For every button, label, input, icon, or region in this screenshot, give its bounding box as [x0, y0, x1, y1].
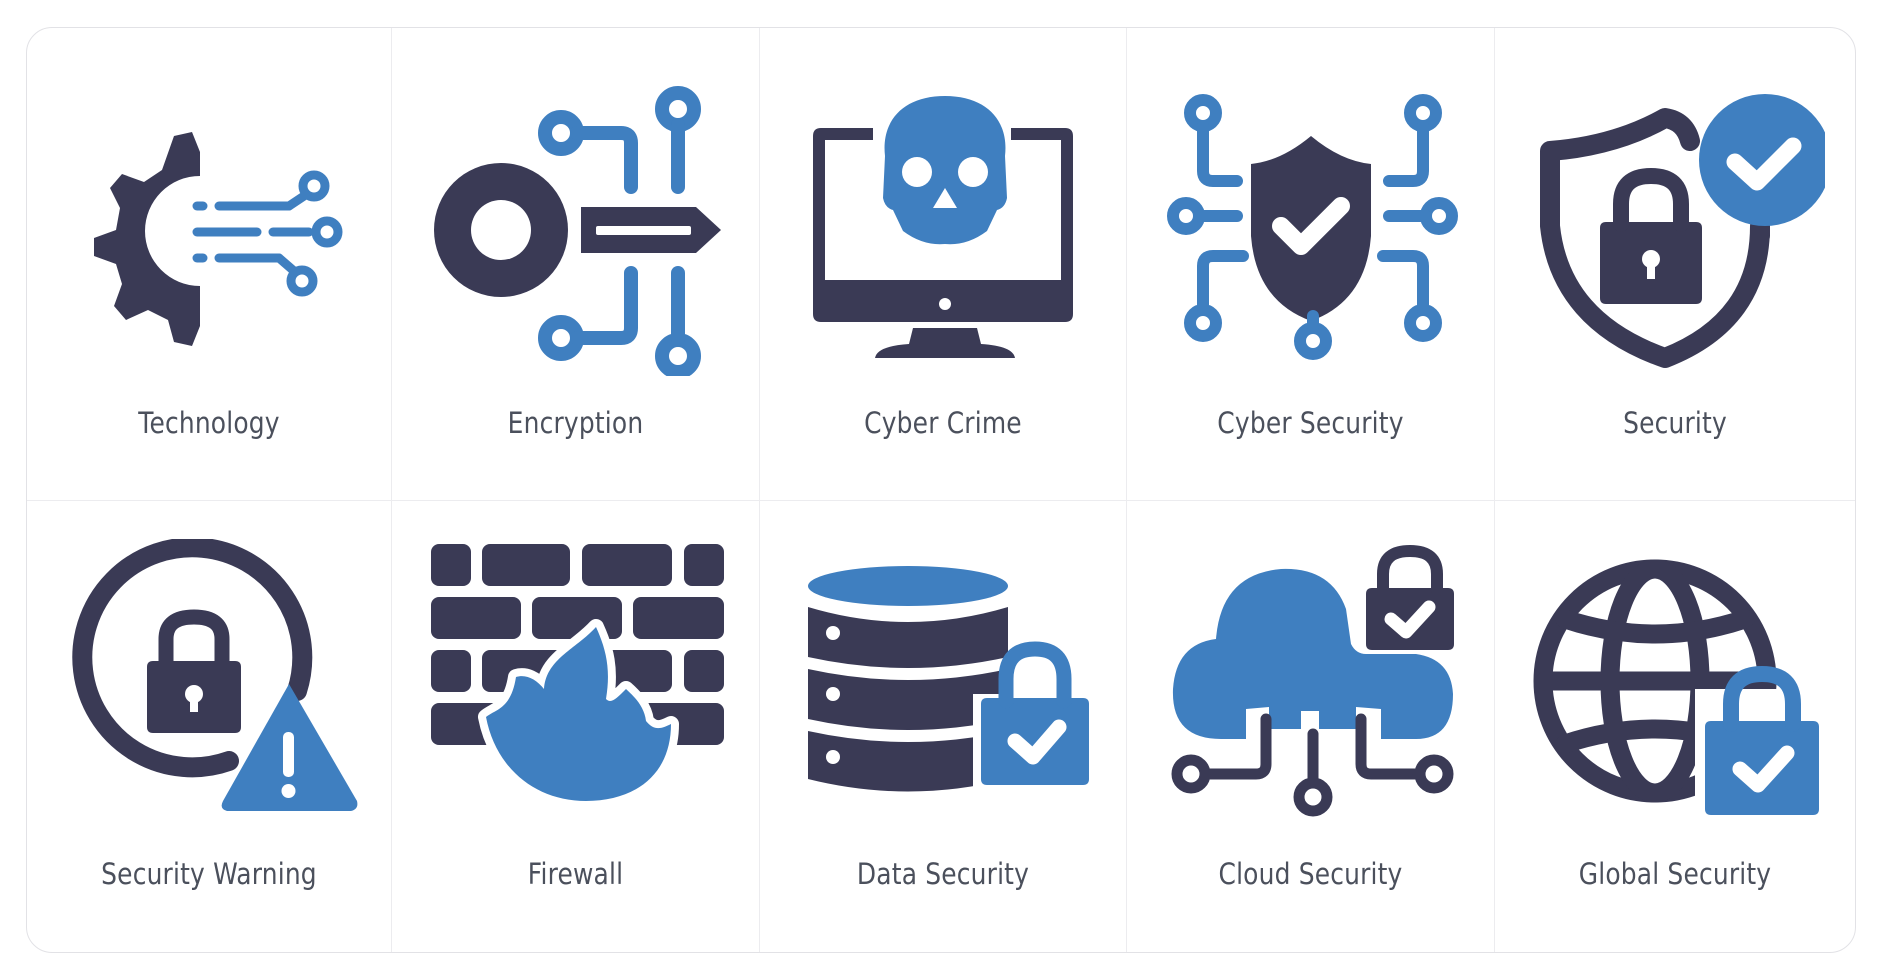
lock-warning-icon — [72, 539, 358, 811]
icon-label: Cyber Security — [1217, 406, 1404, 440]
key-circuit-icon — [433, 86, 721, 376]
icon-tile-technology: Technology — [27, 28, 392, 501]
database-lock-icon — [808, 566, 1093, 794]
icon-tile-security: Security — [1495, 28, 1855, 501]
shield-check-circuit-icon — [1166, 94, 1458, 360]
globe-lock-icon — [1533, 559, 1825, 829]
icon-tile-firewall: Firewall — [392, 501, 760, 952]
skull-monitor-icon — [813, 96, 1073, 358]
brick-wall-fire-icon — [430, 544, 724, 809]
icon-label: Cyber Crime — [864, 406, 1022, 440]
icon-label: Global Security — [1578, 857, 1772, 891]
icon-label: Security — [1623, 406, 1727, 440]
icon-tile-cyber-security: Cyber Security — [1127, 28, 1495, 501]
gear-circuit-icon — [94, 132, 343, 346]
cloud-lock-circuit-icon — [1171, 545, 1454, 817]
icon-tile-data-security: Data Security — [760, 501, 1127, 952]
icon-grid: Technology Encryption Cyber Crime Cyber … — [27, 28, 1855, 952]
icon-label: Security Warning — [101, 857, 317, 891]
icon-tile-global-security: Global Security — [1495, 501, 1855, 952]
icon-label: Firewall — [527, 857, 624, 891]
icon-set-card: Technology Encryption Cyber Crime Cyber … — [26, 27, 1856, 953]
icon-tile-encryption: Encryption — [392, 28, 760, 501]
icon-label: Encryption — [507, 406, 644, 440]
icon-label: Technology — [138, 406, 280, 440]
icon-tile-cyber-crime: Cyber Crime — [760, 28, 1127, 501]
shield-lock-check-icon — [1540, 94, 1825, 368]
icon-label: Cloud Security — [1218, 857, 1403, 891]
icon-label: Data Security — [856, 857, 1030, 891]
icon-tile-cloud-security: Cloud Security — [1127, 501, 1495, 952]
icon-tile-security-warning: Security Warning — [27, 501, 392, 952]
